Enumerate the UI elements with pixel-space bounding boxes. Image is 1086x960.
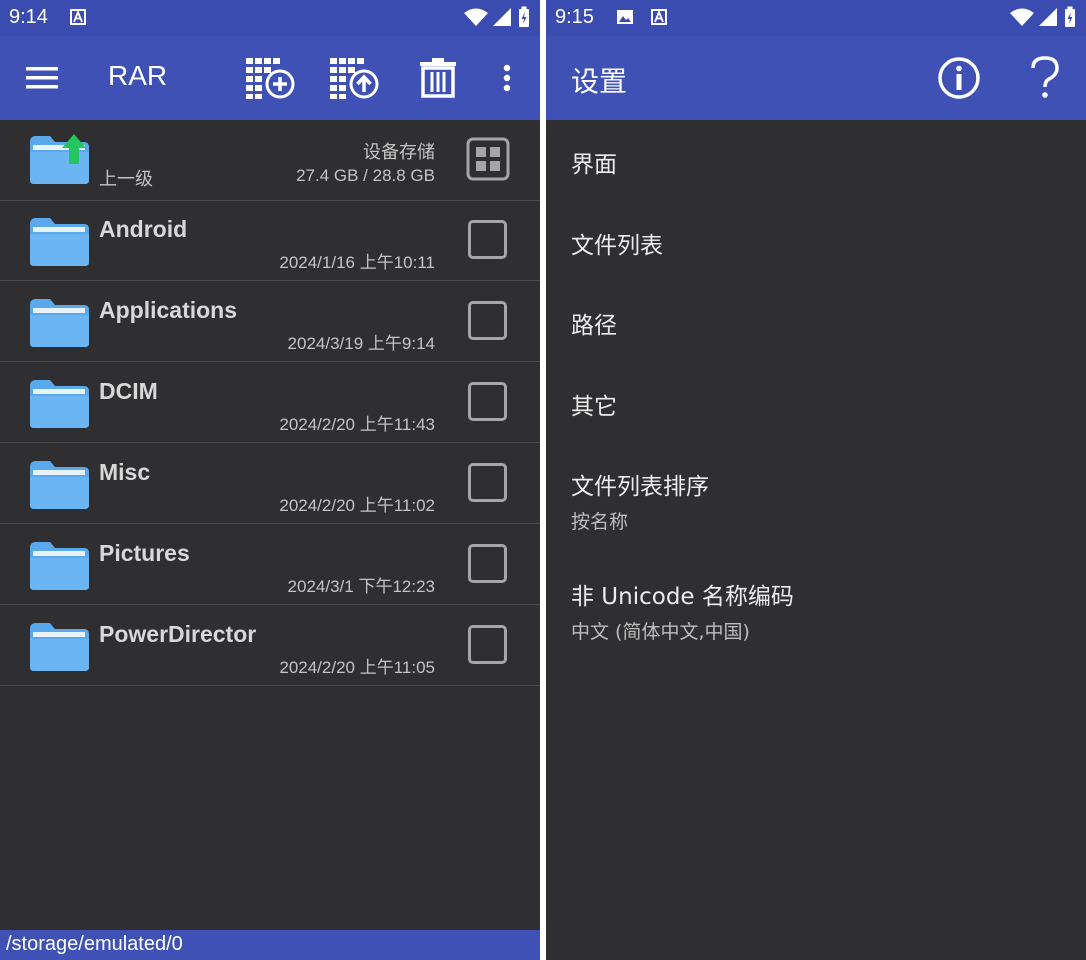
file-row[interactable]: PowerDirector 2024/2/20 上午11:05: [0, 605, 540, 686]
select-all-grid-icon[interactable]: [466, 137, 510, 181]
app-bar: RAR: [0, 36, 540, 120]
file-name: PowerDirector: [99, 621, 257, 647]
settings-item-title: 非 Unicode 名称编码: [571, 584, 794, 610]
file-name: Applications: [99, 297, 238, 323]
rar-file-browser-screen: 9:14 RAR 上一级 设备存储 27.4 GB / 28.8 GB Andr…: [0, 0, 540, 960]
settings-item-title: 文件列表排序: [571, 474, 709, 500]
file-name: Android: [99, 216, 188, 242]
select-checkbox[interactable]: [468, 625, 507, 664]
app-title: RAR: [108, 60, 168, 91]
folder-icon: [30, 623, 89, 671]
settings-item[interactable]: 文件列表排序 按名称: [571, 467, 709, 534]
folder-icon: [30, 299, 89, 347]
status-bar: 9:15: [546, 0, 1086, 36]
status-bar: 9:14: [0, 0, 540, 36]
notification-a-icon: [651, 9, 667, 25]
file-date: 2024/2/20 上午11:43: [279, 415, 435, 434]
settings-item-title: 文件列表: [571, 233, 663, 259]
settings-item-subtitle: 中文 (简体中文,中国): [571, 621, 750, 643]
settings-item-title: 其它: [571, 394, 617, 420]
extract-archive-icon[interactable]: [328, 56, 380, 100]
gallery-notification-icon: [617, 10, 633, 24]
file-date: 2024/1/16 上午10:11: [279, 253, 435, 272]
wifi-icon: [464, 8, 488, 26]
file-date: 2024/3/1 下午12:23: [287, 577, 435, 596]
settings-item[interactable]: 路径: [571, 306, 617, 340]
delete-icon[interactable]: [420, 58, 456, 98]
file-row[interactable]: Android 2024/1/16 上午10:11: [0, 200, 540, 281]
settings-item-title: 界面: [571, 152, 617, 178]
settings-item[interactable]: 非 Unicode 名称编码中文 (简体中文,中国): [571, 577, 794, 644]
parent-directory-row[interactable]: 上一级 设备存储 27.4 GB / 28.8 GB: [0, 120, 540, 201]
current-path-bar: /storage/emulated/0: [0, 930, 540, 960]
file-name: Misc: [99, 459, 151, 485]
select-checkbox[interactable]: [468, 301, 507, 340]
settings-screen: 9:15 设置 界面 文件列表路径 其它 文件列表排序 按名称 非 Unicod…: [546, 0, 1086, 960]
file-date: 2024/3/19 上午9:14: [287, 334, 435, 353]
app-bar: 设置: [546, 36, 1086, 120]
file-date: 2024/2/20 上午11:02: [279, 496, 435, 515]
file-row[interactable]: Pictures 2024/3/1 下午12:23: [0, 524, 540, 605]
status-time: 9:14: [9, 6, 48, 28]
settings-item[interactable]: 其它: [571, 387, 617, 421]
settings-title: 设置: [571, 65, 628, 98]
folder-icon: [30, 461, 89, 509]
settings-item[interactable]: 界面: [571, 145, 617, 179]
status-time: 9:15: [555, 6, 594, 28]
folder-up-icon: [30, 134, 89, 184]
cell-signal-icon: [493, 8, 511, 26]
cell-signal-icon: [1039, 8, 1057, 26]
battery-charging-icon: [519, 6, 529, 27]
settings-item-subtitle: 按名称: [571, 511, 629, 533]
file-name: DCIM: [99, 378, 158, 404]
folder-icon: [30, 380, 89, 428]
folder-icon: [30, 542, 89, 590]
more-vert-icon[interactable]: [502, 64, 512, 92]
file-row[interactable]: Applications 2024/3/19 上午9:14: [0, 281, 540, 362]
select-checkbox[interactable]: [468, 220, 507, 259]
select-checkbox[interactable]: [468, 544, 507, 583]
file-name: Pictures: [99, 540, 190, 566]
settings-item-title: 路径: [571, 313, 617, 339]
info-icon[interactable]: [937, 56, 981, 100]
folder-icon: [30, 218, 89, 266]
file-date: 2024/2/20 上午11:05: [279, 658, 435, 677]
battery-charging-icon: [1065, 6, 1075, 27]
settings-item[interactable]: 文件列表: [571, 226, 663, 260]
notification-a-icon: [70, 9, 86, 25]
add-archive-icon[interactable]: [244, 56, 296, 100]
file-row[interactable]: DCIM 2024/2/20 上午11:43: [0, 362, 540, 443]
menu-icon[interactable]: [26, 66, 58, 90]
file-row[interactable]: Misc 2024/2/20 上午11:02: [0, 443, 540, 524]
storage-name: 设备存储: [363, 142, 435, 163]
help-icon[interactable]: [1030, 56, 1060, 100]
storage-usage: 27.4 GB / 28.8 GB: [296, 166, 435, 185]
wifi-icon: [1010, 8, 1034, 26]
parent-directory-label: 上一级: [99, 169, 153, 190]
select-checkbox[interactable]: [468, 382, 507, 421]
select-checkbox[interactable]: [468, 463, 507, 502]
